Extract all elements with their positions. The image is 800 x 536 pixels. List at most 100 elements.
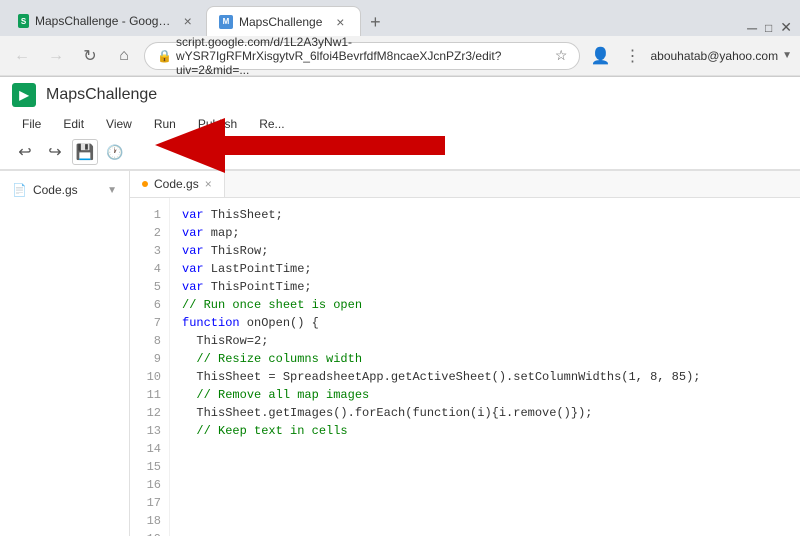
tab2-label: MapsChallenge — [239, 15, 322, 29]
tab1-label: MapsChallenge - Google Sheets — [35, 14, 171, 28]
user-dropdown-icon[interactable]: ▼ — [782, 50, 792, 61]
editor-tab-label: Code.gs — [154, 177, 199, 191]
line-num-16: 16 — [130, 476, 169, 494]
app-title-bar: ▶ MapsChallenge — [0, 77, 800, 113]
home-icon: ⌂ — [119, 47, 129, 65]
profile-button[interactable]: 👤 — [586, 42, 614, 70]
menu-resources[interactable]: Re... — [249, 113, 294, 135]
file-tree-item-code-gs[interactable]: 📄 Code.gs ▼ — [0, 179, 129, 201]
undo-icon: ↩ — [18, 142, 31, 162]
line-num-17: 17 — [130, 494, 169, 512]
code-line-5: var ThisRow; — [182, 242, 788, 260]
nav-right: 👤 ⋮ abouhatab@yahoo.com ▼ — [586, 42, 792, 70]
file-chevron-icon: ▼ — [107, 185, 117, 196]
maximize-button[interactable]: □ — [765, 21, 772, 35]
redo-button[interactable]: ↪ — [42, 139, 68, 165]
app-icon-label: ▶ — [19, 88, 28, 102]
line-num-6: 6 — [130, 296, 169, 314]
line-num-10: 10 — [130, 368, 169, 386]
menu-view[interactable]: View — [96, 113, 142, 135]
code-line-1: var ThisSheet; — [182, 206, 788, 224]
lock-icon: 🔒 — [157, 49, 172, 63]
line-num-3: 3 — [130, 242, 169, 260]
line-num-4: 4 — [130, 260, 169, 278]
more-button[interactable]: ⋮ — [618, 42, 646, 70]
app-title: MapsChallenge — [46, 86, 157, 104]
file-tree: 📄 Code.gs ▼ — [0, 171, 130, 536]
refresh-button[interactable]: ↻ — [76, 42, 104, 70]
tab1-close-button[interactable]: × — [181, 13, 194, 29]
close-button[interactable]: ✕ — [780, 19, 792, 36]
app-header: ▶ MapsChallenge File Edit View Run Publi… — [0, 77, 800, 171]
code-line-13: function onOpen() { — [182, 314, 788, 332]
file-icon: 📄 — [12, 183, 27, 197]
code-line-11: // Run once sheet is open — [182, 296, 788, 314]
clock-button[interactable]: 🕐 — [102, 139, 128, 165]
sheets-favicon: S — [18, 14, 29, 28]
file-label: Code.gs — [33, 183, 78, 197]
code-line-15: ThisRow=2; — [182, 332, 788, 350]
forward-button[interactable]: → — [42, 42, 70, 70]
tab-bar: S MapsChallenge - Google Sheets × M Maps… — [0, 0, 800, 36]
line-num-5: 5 — [130, 278, 169, 296]
url-text: script.google.com/d/1L2A3yNw1-wYSR7IgRFM… — [176, 35, 551, 77]
code-line-17: // Resize columns width — [182, 350, 788, 368]
editor-area: Code.gs × 1 2 3 4 5 6 7 8 9 — [130, 171, 800, 536]
line-num-1: 1 — [130, 206, 169, 224]
menu-file[interactable]: File — [12, 113, 51, 135]
menu-run[interactable]: Run — [144, 113, 186, 135]
code-line-25: // Keep text in cells — [182, 422, 788, 440]
menu-edit[interactable]: Edit — [53, 113, 94, 135]
line-numbers: 1 2 3 4 5 6 7 8 9 10 11 12 13 14 — [130, 198, 170, 536]
toolbar: ↩ ↪ 💾 🕐 — [0, 135, 800, 170]
code-line-19: ThisSheet = SpreadsheetApp.getActiveShee… — [182, 368, 788, 386]
editor-tabs: Code.gs × — [130, 171, 800, 198]
script-favicon: M — [219, 15, 233, 29]
back-button[interactable]: ← — [8, 42, 36, 70]
undo-button[interactable]: ↩ — [12, 139, 38, 165]
code-container[interactable]: 1 2 3 4 5 6 7 8 9 10 11 12 13 14 — [130, 198, 800, 536]
nav-bar: ← → ↻ ⌂ 🔒 script.google.com/d/1L2A3yNw1-… — [0, 36, 800, 76]
tab-google-sheets[interactable]: S MapsChallenge - Google Sheets × — [6, 6, 206, 36]
app-icon: ▶ — [12, 83, 36, 107]
line-num-7: 7 — [130, 314, 169, 332]
line-num-13: 13 — [130, 422, 169, 440]
menu-publish[interactable]: Publish — [188, 113, 247, 135]
editor-layout: 📄 Code.gs ▼ Code.gs × — [0, 171, 800, 536]
home-button[interactable]: ⌂ — [110, 42, 138, 70]
redo-icon: ↪ — [48, 142, 61, 162]
editor-tab-close-button[interactable]: × — [205, 177, 212, 191]
code-content[interactable]: var ThisSheet; var map; var ThisRow; var… — [170, 198, 800, 536]
clock-icon: 🕐 — [106, 144, 123, 161]
line-num-12: 12 — [130, 404, 169, 422]
app-container: ▶ MapsChallenge File Edit View Run Publi… — [0, 77, 800, 536]
minimize-button[interactable]: ─ — [747, 20, 757, 36]
tab2-close-button[interactable]: × — [332, 14, 348, 30]
editor-tab-code-gs[interactable]: Code.gs × — [130, 171, 225, 197]
save-button[interactable]: 💾 — [72, 139, 98, 165]
bookmark-icon[interactable]: ☆ — [555, 47, 568, 64]
code-line-9: var ThisPointTime; — [182, 278, 788, 296]
line-num-18: 18 — [130, 512, 169, 530]
profile-icon: 👤 — [591, 46, 611, 66]
new-tab-button[interactable]: + — [361, 8, 389, 36]
user-label: abouhatab@yahoo.com — [650, 49, 778, 63]
line-num-15: 15 — [130, 458, 169, 476]
modified-indicator — [142, 181, 148, 187]
line-num-11: 11 — [130, 386, 169, 404]
code-line-7: var LastPointTime; — [182, 260, 788, 278]
tab-maps-challenge[interactable]: M MapsChallenge × — [206, 6, 361, 36]
code-line-23: ThisSheet.getImages().forEach(function(i… — [182, 404, 788, 422]
forward-icon: → — [48, 47, 64, 65]
more-icon: ⋮ — [624, 46, 640, 66]
line-num-9: 9 — [130, 350, 169, 368]
line-num-8: 8 — [130, 332, 169, 350]
refresh-icon: ↻ — [83, 46, 96, 66]
line-num-14: 14 — [130, 440, 169, 458]
menu-bar: File Edit View Run Publish Re... — [0, 113, 800, 135]
line-num-19: 19 — [130, 530, 169, 536]
address-bar[interactable]: 🔒 script.google.com/d/1L2A3yNw1-wYSR7IgR… — [144, 42, 580, 70]
code-line-3: var map; — [182, 224, 788, 242]
line-num-2: 2 — [130, 224, 169, 242]
code-line-21: // Remove all map images — [182, 386, 788, 404]
